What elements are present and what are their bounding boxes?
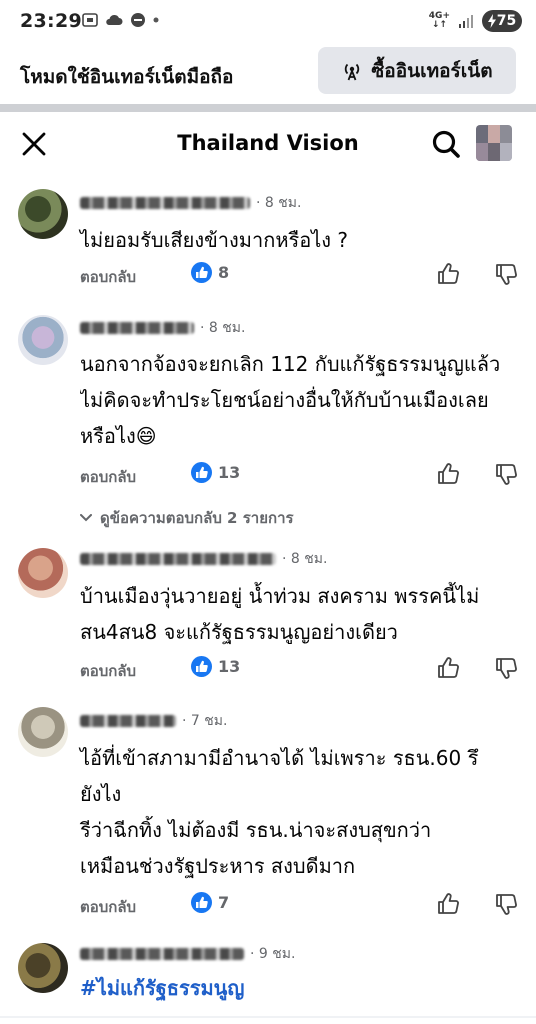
view-replies-link[interactable]: ดูข้อความตอบกลับ 2 รายการ: [80, 506, 294, 530]
like-icon[interactable]: [436, 262, 460, 286]
avatar[interactable]: [18, 707, 68, 757]
like-icon[interactable]: [436, 462, 460, 486]
buy-internet-button[interactable]: ซื้ออินเทอร์เน็ต: [318, 47, 516, 94]
comment-author-row: · 7 ชม.: [80, 711, 227, 731]
banner-divider: [0, 104, 536, 112]
dislike-icon[interactable]: [494, 462, 518, 486]
reaction-count[interactable]: 13: [191, 462, 240, 483]
comment-text-line: ไอ้ที่เข้าสภามามีอำนาจได้ ไม่เพราะ รธน.6…: [80, 746, 479, 770]
reaction-count[interactable]: 7: [191, 892, 229, 913]
view-replies-label: ดูข้อความตอบกลับ 2 รายการ: [100, 509, 294, 527]
comments-header: Thailand Vision: [0, 112, 536, 176]
avatar[interactable]: [18, 189, 68, 239]
thumbs-up-icon: [191, 262, 212, 283]
thumbs-up-icon: [191, 656, 212, 677]
cloud-icon: [106, 14, 123, 25]
reply-button[interactable]: ตอบกลับ: [80, 465, 136, 489]
comment-text-line: รีว่าฉีกทิ้ง ไม่ต้องมี รธน.น่าจะสงบสุขกว…: [80, 818, 432, 842]
like-count-value: 13: [218, 463, 241, 482]
chevron-down-icon: [80, 514, 92, 522]
comment-actions: ตอบกลับ 13: [80, 656, 520, 682]
comment-timestamp: · 8 ชม.: [256, 195, 302, 211]
commenter-name[interactable]: [80, 197, 250, 209]
dislike-icon[interactable]: [494, 892, 518, 916]
comment-text: บ้านเมืองวุ่นวายอยู่ น้ำท่วม สงคราม พรรค…: [80, 584, 480, 644]
reaction-count[interactable]: 13: [191, 656, 240, 677]
commenter-name[interactable]: [80, 553, 276, 565]
comment-actions: ตอบกลับ 7: [80, 892, 520, 918]
profile-avatar[interactable]: [476, 125, 512, 161]
commenter-name[interactable]: [80, 322, 194, 334]
bottom-divider: [0, 1016, 536, 1018]
comment-text: นอกจากจ้องจะยกเลิก 112 กับแก้รัฐธรรมนูญแ…: [80, 352, 501, 448]
avatar[interactable]: [18, 943, 68, 993]
like-icon[interactable]: [436, 892, 460, 916]
comment-author-row: · 8 ชม.: [80, 318, 245, 338]
comment-timestamp: · 8 ชม.: [200, 320, 246, 336]
dot-icon: [153, 17, 159, 23]
thumbs-up-icon: [191, 892, 212, 913]
buy-internet-label: ซื้ออินเทอร์เน็ต: [371, 59, 493, 82]
avatar[interactable]: [18, 315, 68, 365]
broadcast-icon: [345, 63, 360, 80]
dislike-icon[interactable]: [494, 656, 518, 680]
reaction-count[interactable]: 8: [191, 262, 229, 283]
hashtag-link[interactable]: #ไม่แก้รัฐธรรมนูญ: [80, 972, 244, 1004]
mobile-data-mode-label: โหมดใช้อินเทอร์เน็ตมือถือ: [20, 66, 234, 88]
status-time: 23:29: [20, 10, 82, 32]
reply-button[interactable]: ตอบกลับ: [80, 265, 136, 289]
comment-text-line: เหมือนช่วงรัฐประหาร สงบดีมาก: [80, 854, 356, 878]
comment-author-row: · 9 ชม.: [80, 944, 295, 964]
status-notification-icons: [82, 12, 159, 28]
comment-timestamp: · 7 ชม.: [182, 713, 228, 729]
avatar[interactable]: [18, 548, 68, 598]
comment-text: ไม่ยอมรับเสียงข้างมากหรือไง ?: [80, 228, 349, 252]
search-icon[interactable]: [431, 129, 461, 159]
charging-bolt-icon: [487, 14, 496, 28]
commenter-name[interactable]: [80, 948, 244, 960]
comment-author-row: · 8 ชม.: [80, 549, 327, 569]
status-system-icons: 4G+ ↓↑ 75: [429, 10, 522, 32]
comment-text: ไอ้ที่เข้าสภามามีอำนาจได้ ไม่เพราะ รธน.6…: [80, 740, 520, 884]
commenter-name[interactable]: [80, 715, 176, 727]
do-not-disturb-icon: [131, 13, 145, 27]
battery-level: 75: [496, 13, 517, 29]
reply-button[interactable]: ตอบกลับ: [80, 895, 136, 919]
comment-timestamp: · 9 ชม.: [250, 946, 296, 962]
comment-author-row: · 8 ชม.: [80, 193, 301, 213]
comment-timestamp: · 8 ชม.: [282, 551, 328, 567]
comment-text-line: ยังไง: [80, 782, 122, 806]
network-type-indicator: 4G+ ↓↑: [428, 11, 450, 30]
battery-indicator: 75: [482, 10, 522, 32]
signal-icon: [459, 15, 473, 28]
reply-button[interactable]: ตอบกลับ: [80, 659, 136, 683]
dislike-icon[interactable]: [494, 262, 518, 286]
like-count-value: 7: [218, 893, 230, 912]
comment-actions: ตอบกลับ 8: [80, 262, 520, 288]
screenshot-icon: [82, 13, 98, 27]
status-bar: 23:29 4G+ ↓↑ 75: [0, 0, 536, 46]
comment-actions: ตอบกลับ 13: [80, 462, 520, 488]
thumbs-up-icon: [191, 462, 212, 483]
like-count-value: 13: [218, 657, 241, 676]
like-count-value: 8: [218, 263, 230, 282]
like-icon[interactable]: [436, 656, 460, 680]
